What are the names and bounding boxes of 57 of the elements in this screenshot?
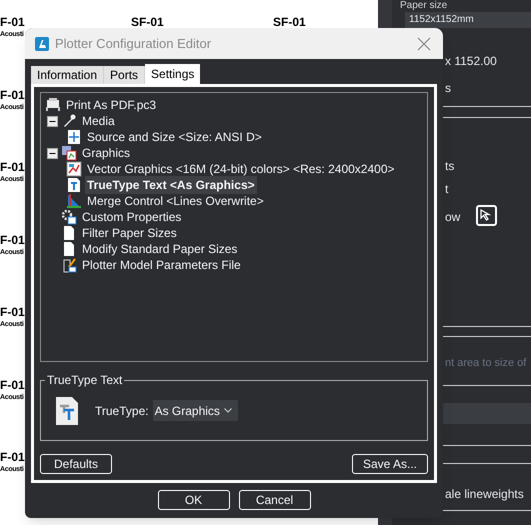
truetype-file-icon — [55, 396, 79, 426]
option-label: ale lineweights — [445, 486, 524, 503]
tree-item[interactable]: Vector Graphics <16M (24-bit) colors> <Res: 2400x2400> — [85, 160, 396, 178]
dialog-button[interactable]: Cancel — [238, 490, 310, 510]
app-logo-icon — [35, 36, 49, 50]
size-value: x 1152.00 — [445, 53, 497, 70]
tree-item[interactable]: Modify Standard Paper Sizes — [80, 240, 240, 258]
expand-toggle[interactable] — [47, 148, 58, 158]
tree-item[interactable]: Plotter Model Parameters File — [80, 256, 243, 274]
gear-icon — [61, 209, 77, 225]
tree-item[interactable]: Media — [80, 112, 117, 130]
dialog-button[interactable]: Save As... — [352, 454, 428, 474]
drawing-label: F-01 — [0, 234, 25, 246]
graphics-icon — [61, 145, 77, 161]
tree-item[interactable]: Custom Properties — [80, 208, 184, 226]
dropdown-value: As Graphics — [154, 402, 220, 420]
tree-item[interactable]: Source and Size <Size: ANSI D> — [85, 128, 264, 146]
tree-item[interactable]: Merge Control <Lines Overwrite> — [85, 192, 266, 210]
drawing-label: F-01 — [0, 16, 25, 28]
truetype-icon — [66, 177, 82, 193]
panel-text: ow — [445, 209, 460, 226]
tab[interactable]: Ports — [104, 66, 146, 84]
drawing-label: F-01 — [0, 161, 25, 173]
close-icon — [417, 36, 431, 50]
panel-text: s — [445, 80, 451, 97]
page-icon — [61, 225, 77, 241]
dialog-button[interactable]: OK — [158, 490, 230, 510]
drawing-label: F-01 — [0, 88, 25, 100]
edit-icon — [61, 257, 77, 273]
drawing-label: F-01 — [0, 451, 25, 463]
tree-item[interactable]: Graphics — [80, 144, 132, 162]
tree-item[interactable]: Filter Paper Sizes — [80, 224, 179, 242]
truetype-dropdown[interactable]: As Graphics — [152, 400, 238, 421]
dialog-button[interactable]: Defaults — [40, 454, 112, 474]
pick-button[interactable] — [476, 205, 497, 226]
chart-icon — [66, 161, 82, 177]
tree-item[interactable]: Print As PDF.pc3 — [64, 96, 158, 114]
field-label: TrueType: — [95, 402, 149, 420]
close-button[interactable] — [415, 34, 433, 52]
hint-text: nt area to size of — [445, 356, 526, 371]
drawing-label: SF-01 — [131, 16, 164, 28]
drawing-label: F-01 — [0, 378, 25, 390]
size-field[interactable]: 1152x1152mm — [405, 12, 531, 28]
expand-toggle[interactable] — [47, 116, 58, 126]
drawing-label: SF-01 — [273, 16, 306, 28]
page-icon — [61, 241, 77, 257]
caret-icon — [224, 408, 232, 413]
drawing-label: F-01 — [0, 306, 25, 318]
tab[interactable]: Information — [31, 66, 104, 84]
tree-item[interactable]: TrueType Text <As Graphics> — [85, 176, 257, 194]
panel-heading: Paper size — [400, 1, 448, 11]
panel-text: t — [445, 181, 448, 198]
window-title: Plotter Configuration Editor — [55, 34, 212, 53]
panel-text: ts — [445, 158, 454, 175]
cursor-arrow-icon — [480, 209, 493, 222]
tab[interactable]: Settings — [145, 64, 200, 84]
printer-icon — [45, 97, 61, 113]
